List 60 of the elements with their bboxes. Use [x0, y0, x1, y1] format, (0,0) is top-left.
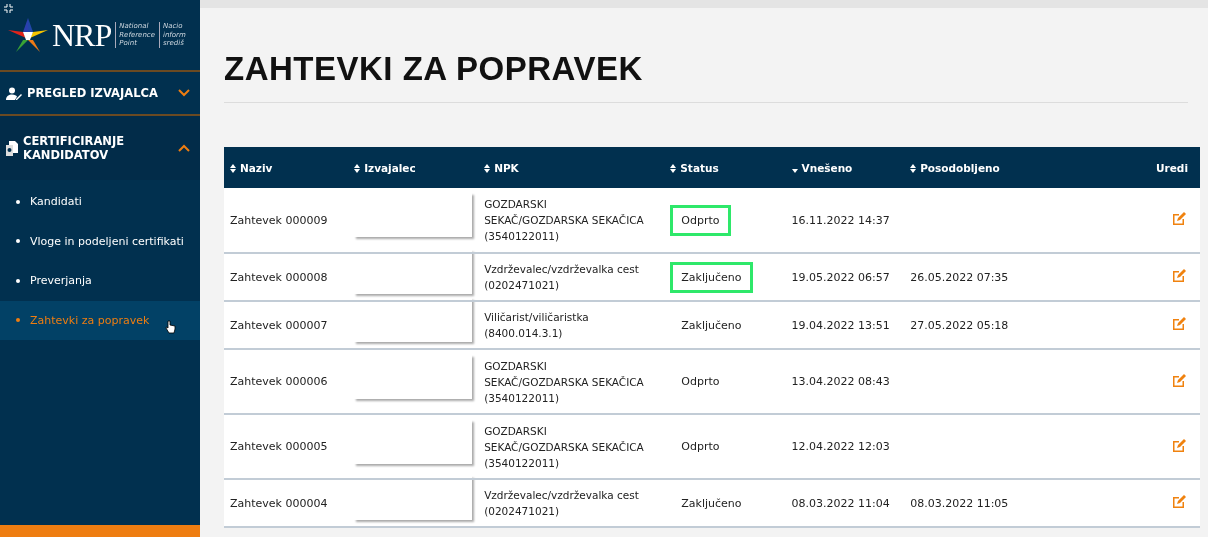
- status-text: Odprto: [680, 374, 721, 390]
- column-header[interactable]: Uredi: [1101, 147, 1200, 188]
- collapse-icon[interactable]: [4, 4, 13, 13]
- column-header[interactable]: Izvajalec: [348, 147, 479, 188]
- sidebar-item[interactable]: Kandidati: [0, 182, 200, 222]
- column-header[interactable]: NPK: [478, 147, 665, 188]
- table-cell: Zahtevek 000008: [224, 253, 349, 301]
- status-text: Zaključeno: [670, 261, 753, 293]
- table-cell: 27.05.2022 05:18: [904, 301, 1102, 349]
- edit-icon[interactable]: [1172, 438, 1186, 452]
- table-cell: 08.03.2022 11:04: [785, 479, 905, 527]
- table-cell: Vzdrževalec/vzdrževalka cest (0202471021): [478, 479, 665, 527]
- sidebar-item[interactable]: Vloge in podeljeni certifikati: [0, 221, 200, 261]
- column-header[interactable]: Status: [664, 147, 786, 188]
- sort-arrows-icon: [910, 163, 917, 173]
- column-header[interactable]: Posodobljeno: [904, 147, 1102, 188]
- sidebar-item[interactable]: Zahtevki za popravek: [0, 300, 200, 340]
- status-text: Odprto: [680, 439, 721, 455]
- table-cell: Vzdrževalec/vzdrževalka cest (0202471021): [478, 253, 665, 301]
- table-cell: Zahtevek 000009: [224, 188, 349, 253]
- status-text: Zaključeno: [680, 317, 743, 334]
- table-cell: 19.04.2022 13:51: [785, 301, 905, 349]
- table-cell: 26.05.2022 07:35: [904, 253, 1102, 301]
- table-cell: GOZDARSKI SEKAČ/GOZDARSKA SEKAČICA (3540122011): [478, 188, 665, 253]
- logo-text: NRP: [52, 16, 112, 54]
- table-cell: 13.04.2022 08:43: [785, 349, 905, 414]
- chevron-icon: [178, 144, 190, 152]
- edit-icon[interactable]: [1172, 317, 1186, 330]
- table-cell: Viličarist/viličaristka (8400.014.3.1): [478, 301, 665, 349]
- hand-cursor-icon: [165, 320, 177, 335]
- edit-icon[interactable]: [1172, 212, 1186, 225]
- sort-down-icon: [791, 167, 798, 173]
- sort-arrows-icon: [230, 163, 236, 173]
- sidebar-section[interactable]: CERTIFICIRANJE KANDIDATOV: [0, 116, 200, 180]
- sort-arrows-icon: [354, 163, 361, 173]
- page-title: ZAHTEVKI ZA POPRAVEK: [224, 8, 1188, 103]
- user-edit-icon: [6, 86, 22, 100]
- table-cell: GOZDARSKI SEKAČ/GOZDARSKA SEKAČICA (3540122011): [478, 414, 665, 479]
- sort-arrows-icon: [484, 163, 491, 173]
- edit-icon[interactable]: [1172, 373, 1186, 387]
- table-cell: Zahtevek 000007: [224, 301, 349, 349]
- column-header[interactable]: Vnešeno: [785, 147, 905, 188]
- table-cell: Zahtevek 000004: [224, 479, 349, 527]
- star-logo-icon: [8, 16, 48, 54]
- sidebar-item[interactable]: Preverjanja: [0, 261, 200, 301]
- table-cell: Zahtevek 000006: [224, 349, 349, 414]
- sort-arrows-icon: [670, 163, 677, 173]
- edit-icon[interactable]: [1172, 269, 1186, 282]
- status-text: Zaključeno: [680, 495, 743, 512]
- chevron-icon: [178, 89, 190, 97]
- table-cell: 16.11.2022 14:37: [785, 188, 905, 253]
- edit-icon[interactable]: [1172, 495, 1186, 508]
- table-cell: 19.05.2022 06:57: [785, 253, 905, 301]
- table-cell: 08.03.2022 11:05: [904, 479, 1102, 527]
- table-cell: GOZDARSKI SEKAČ/GOZDARSKA SEKAČICA (3540122011): [478, 349, 665, 414]
- table-cell: 12.04.2022 12:03: [785, 414, 905, 479]
- column-header[interactable]: Naziv: [224, 147, 349, 188]
- document-icon: [6, 140, 18, 156]
- status-text: Odprto: [670, 204, 731, 236]
- table-cell: Zahtevek 000005: [224, 414, 349, 479]
